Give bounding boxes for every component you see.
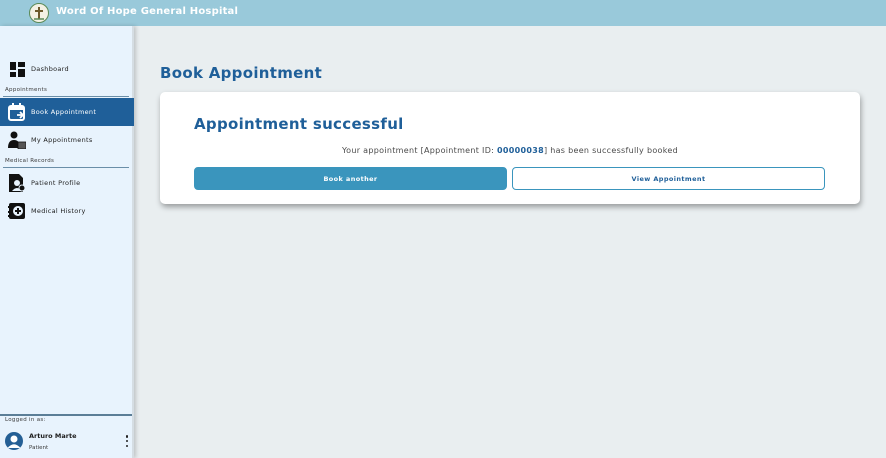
section-label-appointments: Appointments: [5, 87, 48, 93]
sidebar-item-dashboard[interactable]: Dashboard: [0, 55, 134, 83]
message-before: Your appointment [Appointment ID:: [342, 146, 498, 155]
success-card: Appointment successful Your appointment …: [160, 92, 860, 204]
medical-history-icon: [8, 202, 26, 220]
top-bar: Word Of Hope General Hospital: [0, 0, 886, 26]
app-title: Word Of Hope General Hospital: [56, 6, 239, 17]
sidebar-item-label: Medical History: [31, 207, 86, 215]
doctor-icon: [8, 131, 26, 149]
sidebar-item-label: My Appointments: [31, 136, 93, 144]
logged-in-label: Logged in as:: [5, 417, 46, 423]
success-title: Appointment successful: [194, 115, 404, 133]
sidebar-item-label: Patient Profile: [31, 179, 81, 187]
book-another-button[interactable]: Book another: [194, 167, 507, 190]
avatar: [5, 432, 23, 450]
user-name: Arturo Marte: [29, 432, 77, 440]
appointment-id: 00000038: [497, 146, 544, 155]
view-appointment-button[interactable]: View Appointment: [512, 167, 825, 190]
section-label-medical-records: Medical Records: [5, 158, 55, 164]
section-divider: [3, 96, 129, 97]
sidebar-item-label: Book Appointment: [31, 108, 97, 116]
logged-in-divider: [0, 414, 132, 416]
sidebar-item-label: Dashboard: [31, 65, 69, 73]
page-title: Book Appointment: [160, 64, 323, 82]
calendar-icon: [8, 103, 26, 121]
sidebar-item-medical-history[interactable]: Medical History: [0, 197, 134, 225]
hospital-logo-icon: [29, 3, 49, 23]
success-message: Your appointment [Appointment ID: 000000…: [160, 146, 860, 155]
message-after: ] has been successfully booked: [543, 146, 678, 155]
user-role: Patient: [29, 445, 49, 451]
sidebar-item-book-appointment[interactable]: Book Appointment: [0, 98, 134, 126]
sidebar-item-my-appointments[interactable]: My Appointments: [0, 126, 134, 154]
more-options-icon[interactable]: [124, 435, 130, 447]
sidebar: Dashboard Appointments Book Appointment …: [0, 26, 134, 458]
section-divider: [3, 167, 129, 168]
profile-document-icon: [8, 174, 26, 192]
dashboard-icon: [8, 60, 26, 78]
sidebar-item-patient-profile[interactable]: Patient Profile: [0, 169, 134, 197]
